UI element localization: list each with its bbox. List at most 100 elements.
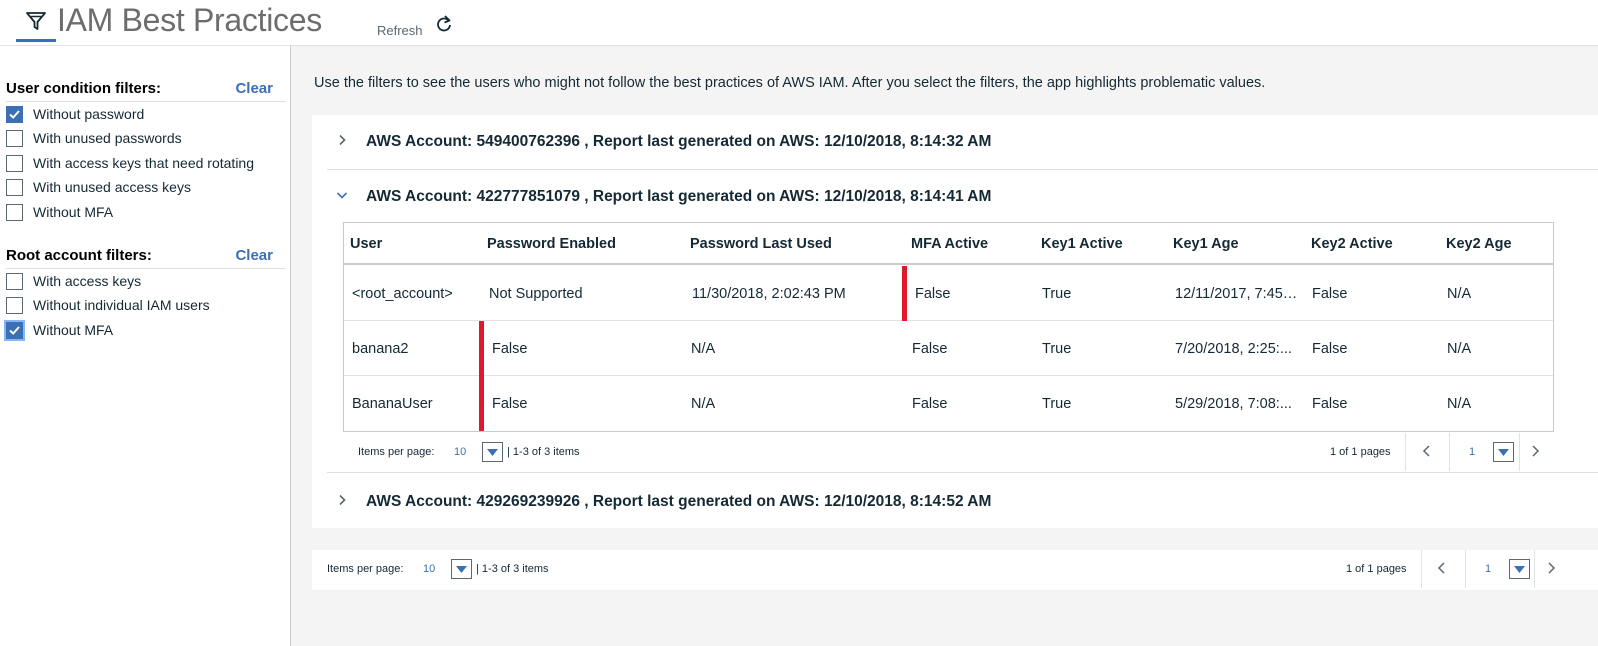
chevron-right-icon[interactable] xyxy=(336,134,348,146)
page-number[interactable]: 1 xyxy=(1469,446,1475,458)
check-icon xyxy=(9,325,20,335)
account-title: AWS Account: 549400762396 , Report last … xyxy=(366,133,992,150)
account-row-collapsed[interactable]: AWS Account: 429269239926 , Report last … xyxy=(312,475,1598,529)
checkbox[interactable] xyxy=(6,272,23,290)
filter-unused-passwords[interactable]: With unused passwords xyxy=(6,128,182,148)
table-pagination: Items per page: 10 | 1-3 of 3 items 1 of… xyxy=(343,433,1554,471)
column-header-password-last-used[interactable]: Password Last Used xyxy=(690,236,832,252)
table-row[interactable]: BananaUser False N/A False True 5/29/201… xyxy=(344,376,1553,431)
chevron-left-icon[interactable] xyxy=(1421,444,1433,458)
items-per-page-value[interactable]: 10 xyxy=(423,563,435,575)
items-per-page-value[interactable]: 10 xyxy=(454,446,466,458)
user-filters-header: User condition filters: Clear xyxy=(6,80,286,102)
cell-password-enabled: False xyxy=(492,341,528,357)
filter-toggle-button[interactable] xyxy=(16,0,56,42)
filter-label: With access keys xyxy=(33,273,142,289)
cell-key2-active: False xyxy=(1312,341,1348,357)
account-title: AWS Account: 429269239926 , Report last … xyxy=(366,493,992,510)
filter-without-password[interactable]: Without password xyxy=(6,104,144,124)
divider xyxy=(1519,433,1520,471)
filter-label: With access keys that need rotating xyxy=(33,155,254,171)
divider xyxy=(1534,550,1535,588)
items-per-page-dropdown[interactable] xyxy=(451,559,472,579)
checkbox[interactable] xyxy=(6,203,23,221)
account-title: AWS Account: 422777851079 , Report last … xyxy=(366,188,992,205)
chevron-left-icon[interactable] xyxy=(1436,561,1448,575)
caret-down-icon xyxy=(456,565,467,573)
root-filters-clear-link[interactable]: Clear xyxy=(235,247,273,264)
user-filters-clear-link[interactable]: Clear xyxy=(235,80,273,97)
account-row-expanded[interactable]: AWS Account: 422777851079 , Report last … xyxy=(312,170,1598,224)
filter-label: Without individual IAM users xyxy=(33,297,210,313)
filter-user-without-mfa[interactable]: Without MFA xyxy=(6,202,113,222)
items-per-page-dropdown[interactable] xyxy=(482,442,503,462)
divider xyxy=(1465,550,1466,588)
divider xyxy=(327,472,1598,473)
column-header-user[interactable]: User xyxy=(350,236,382,252)
page-number[interactable]: 1 xyxy=(1485,563,1491,575)
checkbox-checked[interactable] xyxy=(6,105,23,123)
filter-keys-need-rotating[interactable]: With access keys that need rotating xyxy=(6,153,254,173)
refresh-icon[interactable] xyxy=(435,14,453,34)
caret-down-icon xyxy=(487,448,498,456)
cell-key1-active: True xyxy=(1042,396,1072,412)
refresh-label[interactable]: Refresh xyxy=(377,23,423,38)
cell-user: banana2 xyxy=(352,341,409,357)
page-count: 1 of 1 pages xyxy=(1346,563,1407,575)
table-row[interactable]: banana2 False N/A False True 7/20/2018, … xyxy=(344,321,1553,376)
root-filters-title: Root account filters: xyxy=(6,247,152,264)
cell-password-enabled: Not Supported xyxy=(489,286,583,302)
column-header-key1-age[interactable]: Key1 Age xyxy=(1173,236,1239,252)
cell-password-last-used: N/A xyxy=(691,341,716,357)
column-header-password-enabled[interactable]: Password Enabled xyxy=(487,236,616,252)
table-header: User Password Enabled Password Last Used… xyxy=(344,223,1553,265)
checkbox[interactable] xyxy=(6,178,23,196)
cell-key1-age: 7/20/2018, 2:25:... xyxy=(1175,341,1292,357)
column-header-mfa-active[interactable]: MFA Active xyxy=(911,236,988,252)
filter-icon xyxy=(26,12,46,30)
account-row-collapsed[interactable]: AWS Account: 549400762396 , Report last … xyxy=(312,115,1598,169)
cell-key2-age: N/A xyxy=(1447,396,1472,412)
items-range: | 1-3 of 3 items xyxy=(507,446,580,458)
page-title: IAM Best Practices xyxy=(57,2,322,38)
page-select-dropdown[interactable] xyxy=(1509,559,1530,579)
filter-unused-access-keys[interactable]: With unused access keys xyxy=(6,177,191,197)
cell-password-enabled: False xyxy=(492,396,528,412)
chevron-right-icon[interactable] xyxy=(336,494,348,506)
cell-user: <root_account> xyxy=(352,286,453,302)
checkbox[interactable] xyxy=(6,296,23,314)
users-table: User Password Enabled Password Last Used… xyxy=(343,222,1554,432)
table-row[interactable]: <root_account> Not Supported 11/30/2018,… xyxy=(344,266,1553,321)
chevron-right-icon[interactable] xyxy=(1529,444,1541,458)
chevron-down-icon[interactable] xyxy=(336,189,348,201)
caret-down-icon xyxy=(1498,448,1509,456)
filter-sidebar: User condition filters: Clear Without pa… xyxy=(0,46,291,646)
page-description: Use the filters to see the users who mig… xyxy=(314,75,1266,91)
caret-down-icon xyxy=(1514,565,1525,573)
checkbox[interactable] xyxy=(6,129,23,147)
divider xyxy=(1421,550,1422,588)
cell-key1-age: 12/11/2017, 7:45:5... xyxy=(1175,286,1301,302)
page-select-dropdown[interactable] xyxy=(1493,442,1514,462)
filter-root-without-mfa[interactable]: Without MFA xyxy=(6,320,113,340)
column-header-key1-active[interactable]: Key1 Active xyxy=(1041,236,1123,252)
checkbox[interactable] xyxy=(6,154,23,172)
filter-root-access-keys[interactable]: With access keys xyxy=(6,271,141,291)
column-header-key2-active[interactable]: Key2 Active xyxy=(1311,236,1393,252)
cell-key2-active: False xyxy=(1312,286,1348,302)
filter-no-individual-iam-users[interactable]: Without individual IAM users xyxy=(6,295,210,315)
filter-label: With unused access keys xyxy=(33,179,191,195)
filter-label: Without MFA xyxy=(33,322,114,338)
column-header-key2-age[interactable]: Key2 Age xyxy=(1446,236,1512,252)
checkbox-checked[interactable] xyxy=(6,321,23,339)
filter-label: With unused passwords xyxy=(33,130,182,146)
chevron-right-icon[interactable] xyxy=(1545,561,1557,575)
user-filters-title: User condition filters: xyxy=(6,80,162,97)
filter-label: Without password xyxy=(33,106,145,122)
check-icon xyxy=(9,109,20,119)
cell-mfa-active: False xyxy=(915,286,951,302)
cell-key2-age: N/A xyxy=(1447,286,1472,302)
cell-key2-age: N/A xyxy=(1447,341,1472,357)
items-range: | 1-3 of 3 items xyxy=(476,563,549,575)
cell-mfa-active: False xyxy=(912,396,948,412)
